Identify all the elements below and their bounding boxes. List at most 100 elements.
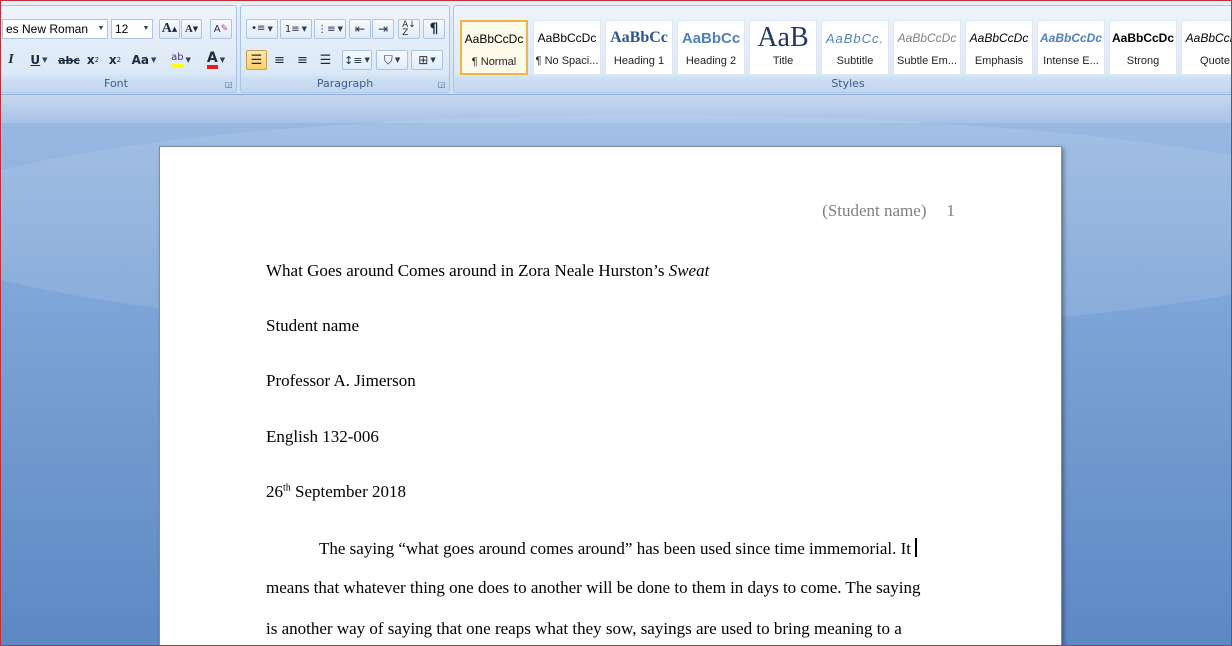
- style-strong[interactable]: AaBbCcDc Strong: [1109, 20, 1177, 75]
- subscript-icon: x: [86, 53, 95, 67]
- show-formatting-button[interactable]: ¶: [423, 19, 445, 39]
- font-color-button[interactable]: A ▼: [200, 50, 232, 70]
- bullets-button[interactable]: •≡ ▼: [246, 19, 278, 39]
- bullets-icon: •≡: [251, 23, 266, 34]
- style-quote[interactable]: AaBbCcDc Quote: [1181, 20, 1231, 75]
- styles-group: AaBbCcDc ¶ Normal AaBbCcDc ¶ No Spaci...…: [453, 5, 1231, 93]
- style-subtitle[interactable]: AaBbCc. Subtitle: [821, 20, 889, 75]
- essay-title-text: What Goes around Comes around in Zora Ne…: [266, 261, 669, 280]
- date-line[interactable]: 26th September 2018: [266, 482, 406, 502]
- font-name-value: es New Roman: [6, 22, 89, 36]
- clear-formatting-button[interactable]: A ✎: [210, 19, 232, 39]
- paragraph-group: •≡ ▼ 1≡ ▼ ⋮≡ ▼ ⇤ ⇥ A↓ Z ¶ ☰ ≡ ≡ ☰ ↕≡ ▼ ⛉…: [240, 5, 450, 93]
- numbering-button[interactable]: 1≡ ▼: [280, 19, 312, 39]
- body-line[interactable]: The saying “what goes around comes aroun…: [319, 538, 917, 559]
- font-name-combo[interactable]: es New Roman ▼: [2, 19, 108, 39]
- essay-title-italic: Sweat: [668, 261, 710, 280]
- shading-button[interactable]: ⛉ ▼: [376, 50, 408, 70]
- change-case-icon: Aa: [131, 53, 149, 67]
- style-name: Intense E...: [1043, 55, 1099, 67]
- style-heading-1[interactable]: AaBbCc Heading 1: [605, 20, 673, 75]
- style-sample: AaBbCcDc: [464, 32, 524, 46]
- style-normal[interactable]: AaBbCcDc ¶ Normal: [460, 20, 528, 75]
- grow-font-button[interactable]: A ▲: [159, 19, 180, 39]
- style-subtle-emphasis[interactable]: AaBbCcDc Subtle Em...: [893, 20, 961, 75]
- style-sample: AaBbCc: [681, 29, 741, 47]
- font-group-label: Font: [1, 76, 236, 91]
- student-name-line[interactable]: Student name: [266, 316, 359, 336]
- style-sample: AaBbCcDc: [1185, 31, 1231, 45]
- word-window: es New Roman ▼ 12 ▼ A ▲ A ▼ A ✎ I U ▼ ab…: [0, 0, 1232, 646]
- italic-icon: I: [8, 52, 14, 67]
- pilcrow-icon: ¶: [429, 21, 439, 37]
- style-name: Emphasis: [974, 55, 1024, 67]
- underline-button[interactable]: U ▼: [24, 50, 54, 70]
- subscript-button[interactable]: x2: [83, 50, 103, 70]
- style-name: Subtitle: [836, 55, 874, 67]
- style-sample: AaBbCcDc: [969, 31, 1029, 45]
- date-rest: September 2018: [290, 482, 406, 501]
- sort-button[interactable]: A↓ Z: [398, 19, 420, 39]
- justify-button[interactable]: ☰: [315, 50, 336, 70]
- body-line[interactable]: means that whatever thing one does to an…: [266, 578, 921, 598]
- align-left-button[interactable]: ☰: [246, 50, 267, 70]
- style-name: ¶ No Spaci...: [535, 55, 599, 67]
- style-name: ¶ Normal: [471, 56, 517, 68]
- style-title[interactable]: AaB Title: [749, 20, 817, 75]
- shrink-font-icon: A: [184, 23, 193, 35]
- style-sample: AaBbCcDc: [1111, 31, 1174, 45]
- style-name: Quote: [1200, 55, 1230, 67]
- multilevel-list-icon: ⋮≡: [317, 23, 336, 35]
- style-name: Heading 1: [613, 55, 665, 67]
- course-line[interactable]: English 132-006: [266, 427, 379, 447]
- highlight-button[interactable]: ab ▼: [165, 50, 197, 70]
- align-right-icon: ≡: [297, 52, 308, 68]
- essay-title[interactable]: What Goes around Comes around in Zora Ne…: [266, 261, 709, 281]
- paint-bucket-icon: ⛉: [383, 52, 393, 67]
- style-sample: AaBbCcDc: [897, 31, 957, 45]
- style-name: Strong: [1126, 55, 1160, 67]
- align-right-button[interactable]: ≡: [292, 50, 313, 70]
- style-sample: AaBbCc: [610, 29, 668, 46]
- style-intense-emphasis[interactable]: AaBbCcDc Intense E...: [1037, 20, 1105, 75]
- justify-icon: ☰: [319, 52, 332, 68]
- change-case-button[interactable]: Aa ▼: [129, 50, 159, 70]
- line-spacing-button[interactable]: ↕≡ ▼: [342, 50, 372, 70]
- body-line[interactable]: is another way of saying that one reaps …: [266, 619, 902, 639]
- multilevel-list-button[interactable]: ⋮≡ ▼: [314, 19, 346, 39]
- font-size-value: 12: [115, 22, 129, 36]
- sort-icon: A↓ Z: [402, 20, 416, 38]
- style-sample: AaBbCcDc: [537, 31, 597, 45]
- highlighter-icon: ab: [171, 52, 184, 68]
- font-color-icon: A: [206, 51, 218, 69]
- italic-button[interactable]: I: [2, 50, 20, 70]
- style-name: Heading 2: [685, 55, 737, 67]
- dialog-launcher-icon[interactable]: ◲: [437, 80, 446, 89]
- body-line-text: The saying “what goes around comes aroun…: [319, 539, 911, 558]
- shrink-font-button[interactable]: A ▼: [181, 19, 202, 39]
- strikethrough-button[interactable]: abc: [58, 50, 80, 70]
- page-header[interactable]: (Student name) 1: [822, 201, 955, 221]
- style-sample: AaB: [757, 22, 809, 53]
- decrease-indent-button[interactable]: ⇤: [349, 19, 371, 39]
- borders-button[interactable]: ⊞ ▼: [411, 50, 443, 70]
- align-center-button[interactable]: ≡: [269, 50, 290, 70]
- date-day: 26: [266, 482, 283, 501]
- document-page[interactable]: (Student name) 1 What Goes around Comes a…: [159, 146, 1062, 645]
- professor-line[interactable]: Professor A. Jimerson: [266, 371, 416, 391]
- date-suffix: th: [283, 482, 291, 494]
- numbering-icon: 1≡: [284, 23, 300, 35]
- style-no-spacing[interactable]: AaBbCcDc ¶ No Spaci...: [533, 20, 601, 75]
- style-heading-2[interactable]: AaBbCc Heading 2: [677, 20, 745, 75]
- style-sample: AaBbCc.: [825, 30, 885, 46]
- document-workspace[interactable]: (Student name) 1 What Goes around Comes a…: [1, 95, 1231, 645]
- style-emphasis[interactable]: AaBbCcDc Emphasis: [965, 20, 1033, 75]
- dialog-launcher-icon[interactable]: ◲: [224, 80, 233, 89]
- text-cursor: [915, 538, 917, 557]
- superscript-button[interactable]: x2: [105, 50, 125, 70]
- font-size-combo[interactable]: 12 ▼: [111, 19, 153, 39]
- font-group: es New Roman ▼ 12 ▼ A ▲ A ▼ A ✎ I U ▼ ab…: [1, 5, 237, 93]
- chevron-down-icon: ▼: [142, 25, 150, 32]
- increase-indent-button[interactable]: ⇥: [372, 19, 394, 39]
- style-sample: AaBbCcDc: [1039, 31, 1102, 45]
